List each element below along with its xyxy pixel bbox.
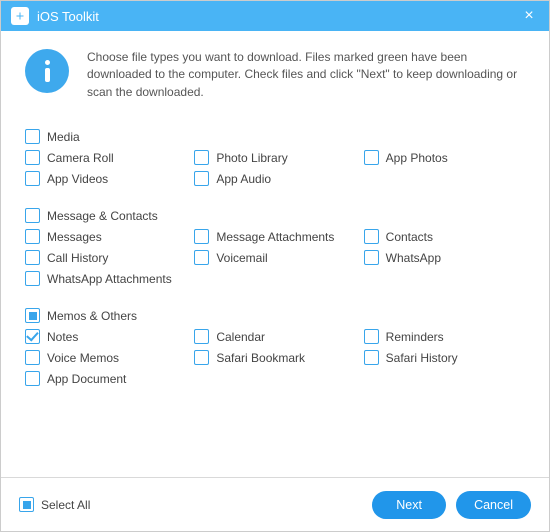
item-message-contacts-3-label: Call History bbox=[47, 251, 108, 265]
item-media-3-row[interactable]: App Videos bbox=[25, 171, 186, 186]
app-icon bbox=[11, 7, 29, 25]
group-message-contacts-header-checkbox[interactable] bbox=[25, 208, 40, 223]
item-memos-others-6-label: App Document bbox=[47, 372, 126, 386]
item-message-contacts-0-checkbox[interactable] bbox=[25, 229, 40, 244]
item-message-contacts-0-row[interactable]: Messages bbox=[25, 229, 186, 244]
group-memos-others-header-row[interactable]: Memos & Others bbox=[25, 308, 525, 323]
item-message-contacts-5-checkbox[interactable] bbox=[364, 250, 379, 265]
item-memos-others-5-checkbox[interactable] bbox=[364, 350, 379, 365]
item-memos-others-0-checkbox[interactable] bbox=[25, 329, 40, 344]
item-memos-others-4-row[interactable]: Safari Bookmark bbox=[194, 350, 355, 365]
info-icon bbox=[25, 49, 69, 93]
select-all-row: Select All bbox=[19, 497, 362, 512]
item-media-2-label: App Photos bbox=[386, 151, 448, 165]
item-memos-others-0-label: Notes bbox=[47, 330, 78, 344]
item-media-2-row[interactable]: App Photos bbox=[364, 150, 525, 165]
group-memos-others-header-label: Memos & Others bbox=[47, 309, 137, 323]
group-media-header-checkbox[interactable] bbox=[25, 129, 40, 144]
item-message-contacts-4-row[interactable]: Voicemail bbox=[194, 250, 355, 265]
next-button[interactable]: Next bbox=[372, 491, 446, 519]
item-memos-others-1-label: Calendar bbox=[216, 330, 265, 344]
item-memos-others-5-row[interactable]: Safari History bbox=[364, 350, 525, 365]
item-media-4-label: App Audio bbox=[216, 172, 271, 186]
item-memos-others-1-row[interactable]: Calendar bbox=[194, 329, 355, 344]
select-all-label: Select All bbox=[41, 498, 90, 512]
group-message-contacts: Message & Contacts Messages Message Attach… bbox=[25, 208, 525, 286]
group-media: Media Camera Roll Photo Library App Photos A… bbox=[25, 129, 525, 186]
select-all-checkbox-row[interactable]: Select All bbox=[19, 497, 362, 512]
item-memos-others-4-checkbox[interactable] bbox=[194, 350, 209, 365]
item-message-contacts-6-label: WhatsApp Attachments bbox=[47, 272, 172, 286]
group-items: Camera Roll Photo Library App Photos App Vi… bbox=[25, 150, 525, 186]
close-icon[interactable]: × bbox=[519, 7, 539, 25]
item-message-contacts-2-row[interactable]: Contacts bbox=[364, 229, 525, 244]
item-media-0-row[interactable]: Camera Roll bbox=[25, 150, 186, 165]
group-header: Memos & Others bbox=[25, 308, 525, 323]
item-memos-others-3-row[interactable]: Voice Memos bbox=[25, 350, 186, 365]
item-media-3-label: App Videos bbox=[47, 172, 108, 186]
item-media-3-checkbox[interactable] bbox=[25, 171, 40, 186]
item-memos-others-2-label: Reminders bbox=[386, 330, 444, 344]
item-message-contacts-1-checkbox[interactable] bbox=[194, 229, 209, 244]
item-media-0-checkbox[interactable] bbox=[25, 150, 40, 165]
item-message-contacts-0-label: Messages bbox=[47, 230, 102, 244]
item-message-contacts-5-row[interactable]: WhatsApp bbox=[364, 250, 525, 265]
item-memos-others-2-row[interactable]: Reminders bbox=[364, 329, 525, 344]
item-memos-others-6-row[interactable]: App Document bbox=[25, 371, 186, 386]
item-memos-others-6-checkbox[interactable] bbox=[25, 371, 40, 386]
titlebar: iOS Toolkit × bbox=[1, 1, 549, 31]
item-media-1-label: Photo Library bbox=[216, 151, 287, 165]
item-media-4-checkbox[interactable] bbox=[194, 171, 209, 186]
item-memos-others-4-label: Safari Bookmark bbox=[216, 351, 305, 365]
footer: Select All Next Cancel bbox=[1, 477, 549, 531]
group-media-header-row[interactable]: Media bbox=[25, 129, 525, 144]
item-message-contacts-6-checkbox[interactable] bbox=[25, 271, 40, 286]
group-memos-others-header-checkbox[interactable] bbox=[25, 308, 40, 323]
item-message-contacts-6-row[interactable]: WhatsApp Attachments bbox=[25, 271, 186, 286]
item-message-contacts-5-label: WhatsApp bbox=[386, 251, 441, 265]
item-memos-others-0-row[interactable]: Notes bbox=[25, 329, 186, 344]
group-items: Notes Calendar Reminders Voice Memos Safari … bbox=[25, 329, 525, 386]
group-message-contacts-header-label: Message & Contacts bbox=[47, 209, 158, 223]
item-memos-others-1-checkbox[interactable] bbox=[194, 329, 209, 344]
group-memos-others: Memos & Others Notes Calendar Reminders Voic… bbox=[25, 308, 525, 386]
item-message-contacts-3-row[interactable]: Call History bbox=[25, 250, 186, 265]
item-message-contacts-2-checkbox[interactable] bbox=[364, 229, 379, 244]
item-media-2-checkbox[interactable] bbox=[364, 150, 379, 165]
group-header: Message & Contacts bbox=[25, 208, 525, 223]
item-message-contacts-1-row[interactable]: Message Attachments bbox=[194, 229, 355, 244]
file-type-groups: Media Camera Roll Photo Library App Photos A… bbox=[25, 129, 525, 386]
info-row: Choose file types you want to download. … bbox=[25, 49, 525, 101]
item-memos-others-2-checkbox[interactable] bbox=[364, 329, 379, 344]
group-message-contacts-header-row[interactable]: Message & Contacts bbox=[25, 208, 525, 223]
group-items: Messages Message Attachments Contacts Call … bbox=[25, 229, 525, 286]
item-message-contacts-1-label: Message Attachments bbox=[216, 230, 334, 244]
window-title: iOS Toolkit bbox=[37, 9, 519, 24]
item-memos-others-5-label: Safari History bbox=[386, 351, 458, 365]
group-media-header-label: Media bbox=[47, 130, 80, 144]
item-message-contacts-4-checkbox[interactable] bbox=[194, 250, 209, 265]
item-media-1-row[interactable]: Photo Library bbox=[194, 150, 355, 165]
item-media-0-label: Camera Roll bbox=[47, 151, 114, 165]
item-message-contacts-2-label: Contacts bbox=[386, 230, 433, 244]
cancel-button[interactable]: Cancel bbox=[456, 491, 531, 519]
info-text: Choose file types you want to download. … bbox=[87, 49, 525, 101]
item-media-1-checkbox[interactable] bbox=[194, 150, 209, 165]
item-message-contacts-4-label: Voicemail bbox=[216, 251, 267, 265]
item-media-4-row[interactable]: App Audio bbox=[194, 171, 355, 186]
content-area: Choose file types you want to download. … bbox=[1, 31, 549, 386]
item-message-contacts-3-checkbox[interactable] bbox=[25, 250, 40, 265]
item-memos-others-3-label: Voice Memos bbox=[47, 351, 119, 365]
select-all-checkbox[interactable] bbox=[19, 497, 34, 512]
item-memos-others-3-checkbox[interactable] bbox=[25, 350, 40, 365]
group-header: Media bbox=[25, 129, 525, 144]
